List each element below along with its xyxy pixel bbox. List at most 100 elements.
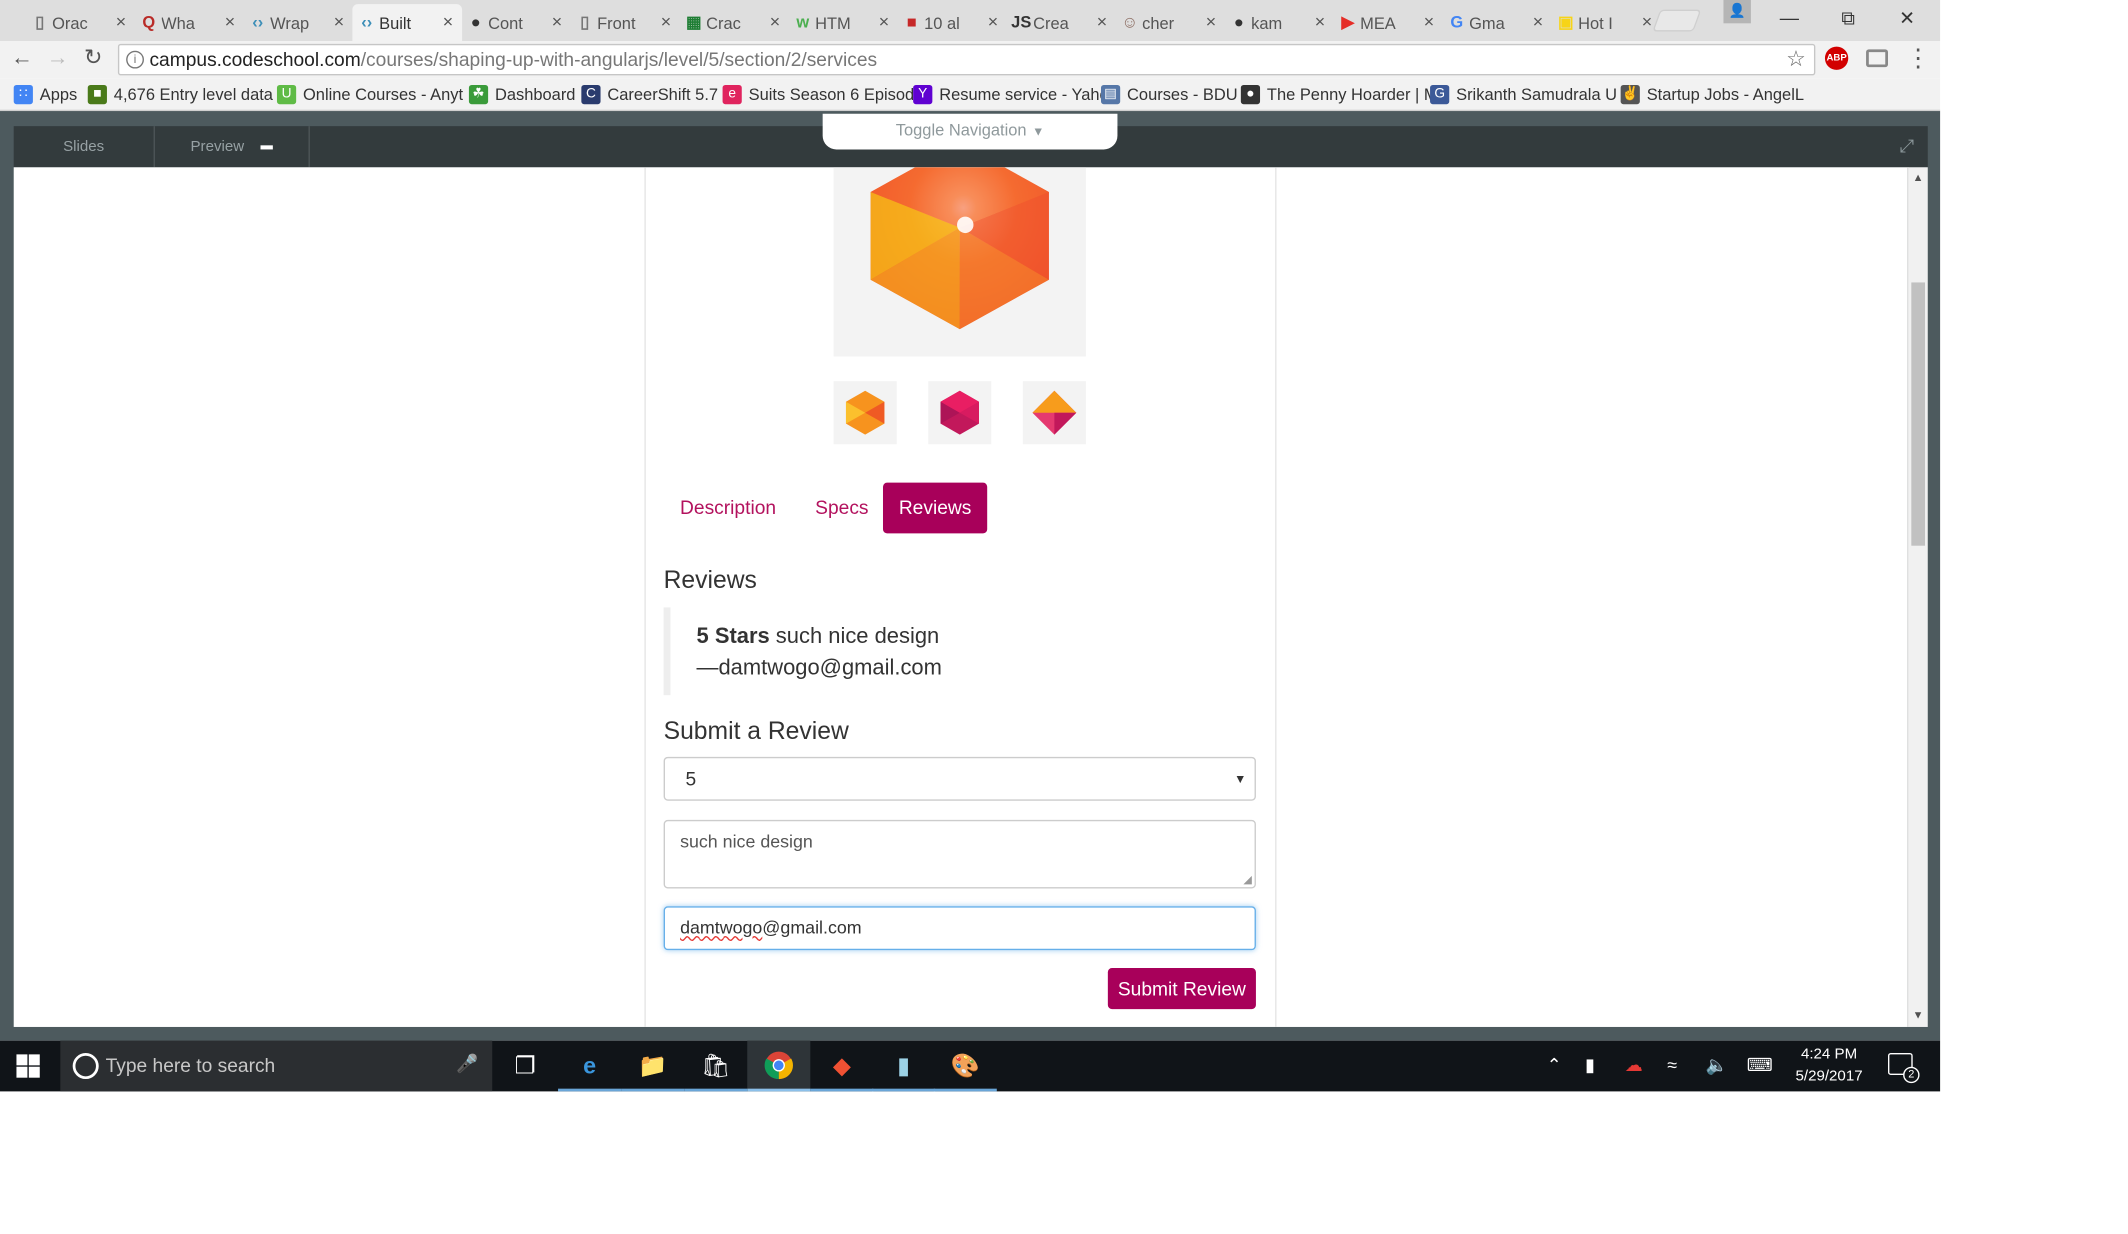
reload-icon[interactable]: ↻ xyxy=(78,44,108,74)
browser-tab[interactable]: ■ 10 al × xyxy=(897,4,1007,41)
close-tab-icon[interactable]: × xyxy=(552,11,562,32)
notes-app-icon[interactable]: ▮ xyxy=(872,1041,936,1092)
show-hidden-icons[interactable]: ⌃ xyxy=(1547,1054,1562,1076)
bookmark-item[interactable]: C CareerShift 5.7 xyxy=(581,82,718,107)
browser-tab[interactable]: ‹› Built × xyxy=(351,4,462,42)
close-tab-icon[interactable]: × xyxy=(1642,11,1652,32)
close-tab-icon[interactable]: × xyxy=(879,11,889,32)
task-view-icon[interactable]: ❐ xyxy=(494,1041,557,1092)
close-tab-icon[interactable]: × xyxy=(770,11,780,32)
taskbar-clock[interactable]: 4:24 PM 5/29/2017 xyxy=(1785,1043,1873,1087)
browser-tab[interactable]: G Gma × xyxy=(1442,4,1552,41)
reviews-heading: Reviews xyxy=(663,566,757,594)
close-tab-icon[interactable]: × xyxy=(443,11,453,32)
url-input[interactable]: i campus.codeschool.com/courses/shaping-… xyxy=(117,43,1816,76)
browser-tab[interactable]: ▣ Hot I × xyxy=(1551,4,1661,41)
bookmark-item[interactable]: ■ 4,676 Entry level data xyxy=(87,82,273,107)
new-tab-button[interactable] xyxy=(1652,9,1702,32)
scrollbar-thumb[interactable] xyxy=(1911,282,1926,546)
bookmark-item[interactable]: G Srikanth Samudrala U xyxy=(1430,82,1617,107)
tab-specs[interactable]: Specs xyxy=(798,483,886,534)
collapse-icon[interactable] xyxy=(260,144,273,149)
bookmark-item[interactable]: ● The Penny Hoarder | M xyxy=(1240,82,1438,107)
browser-tab[interactable]: ▯ Orac × xyxy=(25,4,135,41)
profile-icon[interactable]: 👤 xyxy=(1723,0,1751,24)
close-tab-icon[interactable]: × xyxy=(1206,11,1216,32)
bookmark-item[interactable]: ✌ Startup Jobs - AngelL xyxy=(1620,82,1804,107)
file-explorer-icon[interactable]: 📁 xyxy=(621,1041,685,1092)
paint-icon[interactable]: 🎨 xyxy=(933,1041,997,1092)
chrome-icon[interactable] xyxy=(747,1040,811,1092)
windows-start-icon[interactable] xyxy=(16,1054,40,1078)
close-tab-icon[interactable]: × xyxy=(1097,11,1107,32)
bookmark-item[interactable]: e Suits Season 6 Episod xyxy=(722,82,914,107)
browser-tab[interactable]: ● Cont × xyxy=(461,4,571,41)
browser-tab[interactable]: ▯ Front × xyxy=(570,4,680,41)
action-center-icon[interactable]: 2 xyxy=(1888,1053,1920,1084)
site-info-icon[interactable]: i xyxy=(126,50,144,69)
thumbnail-diamond-gem[interactable] xyxy=(1022,381,1086,445)
browser-tab[interactable]: ● kam × xyxy=(1224,4,1334,41)
store-icon[interactable]: 🛍 xyxy=(684,1041,748,1092)
scroll-down-icon[interactable]: ▼ xyxy=(1913,1009,1924,1021)
browser-tab[interactable]: JS Crea × xyxy=(1006,4,1116,41)
author-email-input[interactable]: damtwogo@gmail.com xyxy=(663,906,1256,951)
slides-tab[interactable]: Slides xyxy=(14,126,155,168)
browser-tab-label: cher xyxy=(1142,13,1175,33)
cast-icon[interactable] xyxy=(1866,49,1889,68)
expand-icon[interactable]: ⤢ xyxy=(1900,136,1914,158)
bookmark-item[interactable]: U Online Courses - Anyt xyxy=(276,82,463,107)
close-tab-icon[interactable]: × xyxy=(225,11,235,32)
scroll-up-icon[interactable]: ▲ xyxy=(1913,171,1924,183)
preview-tab[interactable]: Preview xyxy=(155,126,310,168)
back-icon[interactable]: ← xyxy=(7,44,37,74)
close-tab-icon[interactable]: × xyxy=(1315,11,1325,32)
bookmark-item[interactable]: Y Resume service - Yaho xyxy=(913,82,1109,107)
browser-tab[interactable]: ☺ cher × xyxy=(1115,4,1225,41)
preview-scrollbar[interactable]: ▲ ▼ xyxy=(1907,167,1928,1027)
close-tab-icon[interactable]: × xyxy=(1424,11,1434,32)
onedrive-sync-icon[interactable]: ☁ xyxy=(1625,1054,1643,1076)
thumbnail-orange-gem[interactable] xyxy=(833,381,897,445)
keyboard-icon[interactable]: ⌨ xyxy=(1747,1054,1773,1076)
taskbar-search[interactable]: Type here to search 🎤 xyxy=(60,1040,493,1092)
close-tab-icon[interactable]: × xyxy=(988,11,998,32)
forward-icon[interactable]: → xyxy=(43,44,73,74)
avatar-icon: ☺ xyxy=(1121,12,1139,32)
rating-select[interactable]: 5 ▼ xyxy=(663,756,1256,801)
browser-tab[interactable]: ▦ Crac × xyxy=(679,4,789,41)
review-body-textarea[interactable]: such nice design ◢ xyxy=(663,819,1256,889)
browser-tab-label: 10 al xyxy=(924,13,960,33)
browser-tab[interactable]: w HTM × xyxy=(788,4,898,41)
edge-icon[interactable]: e xyxy=(558,1041,622,1092)
browser-tab[interactable]: ▶ MEA × xyxy=(1333,4,1443,41)
close-tab-icon[interactable]: × xyxy=(116,11,126,32)
close-tab-icon[interactable]: × xyxy=(334,11,344,32)
minimize-button[interactable]: — xyxy=(1759,0,1819,36)
browser-tab[interactable]: ‹› Wrap × xyxy=(243,4,353,41)
battery-icon[interactable]: ▮ xyxy=(1585,1054,1595,1076)
adblock-plus-icon[interactable]: ABP xyxy=(1824,46,1849,70)
bookmark-item[interactable]: ∷ Apps xyxy=(13,82,78,107)
close-window-button[interactable]: ✕ xyxy=(1877,0,1937,36)
browser-tab-label: kam xyxy=(1251,13,1283,33)
bookmark-item[interactable]: ▤ Courses - BDU xyxy=(1100,82,1238,107)
tab-description[interactable]: Description xyxy=(665,483,791,534)
thumbnail-magenta-gem[interactable] xyxy=(928,381,992,445)
resize-grip-icon[interactable]: ◢ xyxy=(1243,873,1251,885)
browser-menu-icon[interactable]: ⋮ xyxy=(1906,44,1931,73)
close-tab-icon[interactable]: × xyxy=(661,11,671,32)
bookmark-star-icon[interactable]: ☆ xyxy=(1786,45,1806,74)
submit-review-button[interactable]: Submit Review xyxy=(1107,967,1256,1010)
browser-tab[interactable]: Q Wha × xyxy=(134,4,244,41)
microphone-icon[interactable]: 🎤 xyxy=(456,1053,478,1075)
restore-button[interactable]: ⧉ xyxy=(1818,0,1878,36)
toggle-navigation-button[interactable]: Toggle Navigation ▼ xyxy=(822,113,1118,150)
volume-icon[interactable]: 🔈 xyxy=(1706,1054,1728,1076)
bookmark-item[interactable]: ☘ Dashboard xyxy=(468,82,575,107)
git-icon[interactable]: ◆ xyxy=(810,1041,874,1092)
wifi-icon[interactable]: ≈ xyxy=(1667,1054,1677,1075)
close-tab-icon[interactable]: × xyxy=(1533,11,1543,32)
tab-reviews[interactable]: Reviews xyxy=(882,482,988,534)
column-divider xyxy=(644,167,646,1027)
